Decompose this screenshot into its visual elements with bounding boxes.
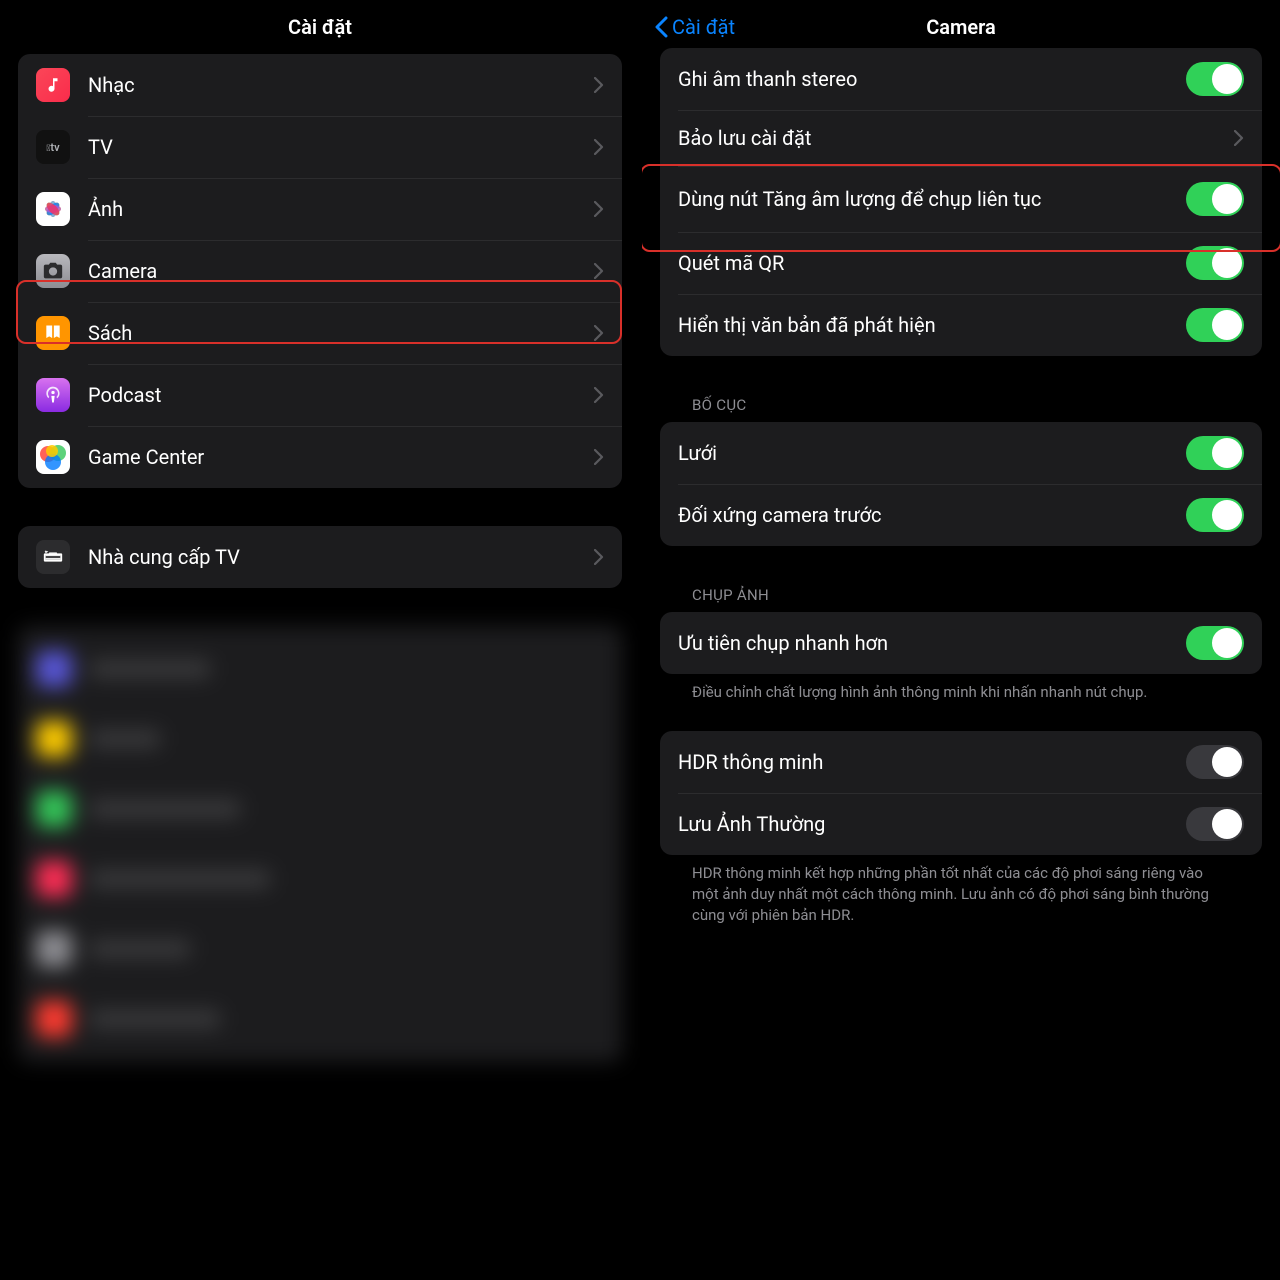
chevron-right-icon bbox=[594, 263, 604, 279]
chevron-left-icon bbox=[654, 16, 668, 38]
row-label: Sách bbox=[88, 320, 594, 346]
chevron-right-icon bbox=[594, 387, 604, 403]
row-label: Bảo lưu cài đặt bbox=[678, 125, 1234, 151]
row-label: Camera bbox=[88, 258, 594, 284]
row-camera[interactable]: Camera bbox=[18, 240, 622, 302]
settings-group-blurred bbox=[18, 626, 622, 1062]
row-gamecenter[interactable]: Game Center bbox=[18, 426, 622, 488]
books-icon bbox=[36, 316, 70, 350]
row-label: HDR thông minh bbox=[678, 749, 1186, 775]
camera-icon bbox=[36, 254, 70, 288]
settings-group-tvprovider: Nhà cung cấp TV bbox=[18, 526, 622, 588]
row-music[interactable]: Nhạc bbox=[18, 54, 622, 116]
tv-icon: tv bbox=[36, 130, 70, 164]
chevron-right-icon bbox=[594, 549, 604, 565]
row-label: TV bbox=[88, 134, 594, 160]
row-label: Ảnh bbox=[88, 196, 594, 222]
row-label: Podcast bbox=[88, 382, 594, 408]
row-volume-burst[interactable]: Dùng nút Tăng âm lượng để chụp liên tục bbox=[660, 166, 1262, 232]
gamecenter-icon bbox=[36, 440, 70, 474]
row-label: Nhạc bbox=[88, 72, 594, 98]
toggle-scan-qr[interactable] bbox=[1186, 246, 1244, 280]
row-tvprovider[interactable]: Nhà cung cấp TV bbox=[18, 526, 622, 588]
page-title: Camera bbox=[926, 15, 996, 39]
row-label: Lưới bbox=[678, 440, 1186, 466]
tvprovider-icon bbox=[36, 540, 70, 574]
row-photos[interactable]: Ảnh bbox=[18, 178, 622, 240]
group-layout: Lưới Đối xứng camera trước bbox=[660, 422, 1262, 546]
row-stereo-sound[interactable]: Ghi âm thanh stereo bbox=[660, 48, 1262, 110]
chevron-right-icon bbox=[594, 325, 604, 341]
row-prioritize-faster[interactable]: Ưu tiên chụp nhanh hơn bbox=[660, 612, 1262, 674]
toggle-detect-text[interactable] bbox=[1186, 308, 1244, 342]
toggle-volume-burst[interactable] bbox=[1186, 182, 1244, 216]
row-label: Quét mã QR bbox=[678, 250, 1186, 276]
row-keep-normal[interactable]: Lưu Ảnh Thường bbox=[660, 793, 1262, 855]
chevron-right-icon bbox=[594, 77, 604, 93]
chevron-right-icon bbox=[594, 201, 604, 217]
row-label: Dùng nút Tăng âm lượng để chụp liên tục bbox=[678, 186, 1186, 212]
row-label: Lưu Ảnh Thường bbox=[678, 811, 1186, 837]
row-preserve-settings[interactable]: Bảo lưu cài đặt bbox=[660, 110, 1262, 166]
photos-icon bbox=[36, 192, 70, 226]
page-title: Cài đặt bbox=[288, 15, 352, 39]
section-header-layout: BỐ CỤC bbox=[660, 396, 1262, 422]
row-label: Đối xứng camera trước bbox=[678, 502, 1186, 528]
music-icon bbox=[36, 68, 70, 102]
row-detect-text[interactable]: Hiển thị văn bản đã phát hiện bbox=[660, 294, 1262, 356]
footer-capture1: Điều chỉnh chất lượng hình ảnh thông min… bbox=[660, 674, 1262, 703]
row-scan-qr[interactable]: Quét mã QR bbox=[660, 232, 1262, 294]
toggle-mirror-front[interactable] bbox=[1186, 498, 1244, 532]
row-smart-hdr[interactable]: HDR thông minh bbox=[660, 731, 1262, 793]
toggle-smart-hdr[interactable] bbox=[1186, 745, 1244, 779]
row-grid[interactable]: Lưới bbox=[660, 422, 1262, 484]
row-tv[interactable]: tv TV bbox=[18, 116, 622, 178]
header: Cài đặt Camera bbox=[642, 0, 1280, 54]
settings-list: Nhạc tv TV bbox=[0, 54, 640, 1062]
row-mirror-front[interactable]: Đối xứng camera trước bbox=[660, 484, 1262, 546]
row-label: Game Center bbox=[88, 444, 594, 470]
toggle-prioritize-faster[interactable] bbox=[1186, 626, 1244, 660]
header: Cài đặt bbox=[0, 0, 640, 54]
group-capture-priority: Ưu tiên chụp nhanh hơn bbox=[660, 612, 1262, 674]
camera-settings-panel: Cài đặt Camera Ghi âm thanh stereo Bảo l… bbox=[640, 0, 1280, 1280]
group-recording: Ghi âm thanh stereo Bảo lưu cài đặt Dùng… bbox=[660, 48, 1262, 356]
row-label: Ghi âm thanh stereo bbox=[678, 66, 1186, 92]
camera-settings-list: Ghi âm thanh stereo Bảo lưu cài đặt Dùng… bbox=[642, 48, 1280, 926]
row-books[interactable]: Sách bbox=[18, 302, 622, 364]
toggle-grid[interactable] bbox=[1186, 436, 1244, 470]
settings-root-panel: Cài đặt Nhạc tv TV bbox=[0, 0, 640, 1280]
row-label: Nhà cung cấp TV bbox=[88, 544, 594, 570]
chevron-right-icon bbox=[1234, 130, 1244, 146]
back-button[interactable]: Cài đặt bbox=[654, 15, 735, 39]
group-hdr: HDR thông minh Lưu Ảnh Thường bbox=[660, 731, 1262, 855]
toggle-stereo-sound[interactable] bbox=[1186, 62, 1244, 96]
chevron-right-icon bbox=[594, 449, 604, 465]
chevron-right-icon bbox=[594, 139, 604, 155]
row-label: Hiển thị văn bản đã phát hiện bbox=[678, 312, 1186, 338]
podcast-icon bbox=[36, 378, 70, 412]
settings-group-media: Nhạc tv TV bbox=[18, 54, 622, 488]
footer-capture2: HDR thông minh kết hợp những phần tốt nh… bbox=[660, 855, 1262, 926]
back-label: Cài đặt bbox=[672, 15, 735, 39]
section-header-capture: CHỤP ẢNH bbox=[660, 586, 1262, 612]
row-label: Ưu tiên chụp nhanh hơn bbox=[678, 630, 1186, 656]
row-podcast[interactable]: Podcast bbox=[18, 364, 622, 426]
toggle-keep-normal[interactable] bbox=[1186, 807, 1244, 841]
